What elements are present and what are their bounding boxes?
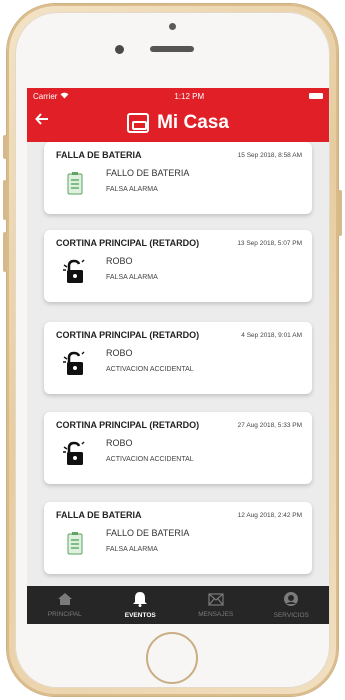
tab-label: EVENTOS [124,612,156,619]
event-status: ACTIVACION ACCIDENTAL [106,456,194,463]
volume-down-button [3,232,7,272]
app-header: Mi Casa [27,104,329,142]
tab-mensajes[interactable]: MENSAJES [178,586,254,624]
event-title: CORTINA PRINCIPAL (RETARDO) [56,238,200,248]
event-title: FALLA DE BATERIA [56,510,142,520]
battery-list-icon [61,530,89,558]
battery-icon [309,93,323,99]
mute-switch [3,135,7,159]
event-status: FALSA ALARMA [106,274,158,281]
event-status: FALSA ALARMA [106,186,158,193]
volume-up-button [3,180,7,220]
app-screen: Carrier 1:12 PM Mi Casa FALLA DE BATERIA… [27,88,329,624]
event-date: 4 Sep 2018, 9:01 AM [241,332,302,339]
broken-lock-icon [61,350,89,378]
support-icon [283,591,299,609]
tab-label: PRINCIPAL [47,611,82,618]
home-icon [57,592,73,608]
tab-label: MENSAJES [198,610,234,618]
event-list: FALLA DE BATERIA 15 Sep 2018, 8:58 AM FA… [27,142,329,586]
power-button [338,190,342,236]
event-card[interactable]: CORTINA PRINCIPAL (RETARDO) 27 Aug 2018,… [44,412,312,484]
front-camera [169,23,176,30]
back-arrow-icon[interactable] [35,110,49,131]
bell-icon [132,591,148,609]
status-time: 1:12 PM [174,91,205,101]
bottom-tab-bar: PRINCIPAL EVENTOS MENSAJES SERVICIOS [27,586,329,624]
battery-list-icon [61,170,89,198]
envelope-icon [208,592,224,608]
broken-lock-icon [61,258,89,286]
home-button[interactable] [146,632,198,684]
event-card[interactable]: CORTINA PRINCIPAL (RETARDO) 13 Sep 2018,… [44,230,312,302]
event-type: FALLO DE BATERIA [106,168,190,178]
carrier-label: Carrier [33,91,58,101]
event-date: 27 Aug 2018, 5:33 PM [237,422,302,429]
event-status: ACTIVACION ACCIDENTAL [106,366,194,373]
event-title: FALLA DE BATERIA [56,150,142,160]
event-card[interactable]: FALLA DE BATERIA 15 Sep 2018, 8:58 AM FA… [44,142,312,214]
event-card[interactable]: FALLA DE BATERIA 12 Aug 2018, 2:42 PM FA… [44,502,312,574]
broken-lock-icon [61,440,89,468]
event-date: 13 Sep 2018, 5:07 PM [237,240,302,247]
event-date: 15 Sep 2018, 8:58 AM [237,152,302,159]
event-date: 12 Aug 2018, 2:42 PM [237,512,302,519]
proximity-sensor [115,45,124,54]
status-bar: Carrier 1:12 PM [27,88,329,104]
event-type: ROBO [106,438,133,448]
page-title: Mi Casa [157,112,229,133]
tab-servicios[interactable]: SERVICIOS [254,586,330,624]
wifi-icon [60,92,69,101]
event-card[interactable]: CORTINA PRINCIPAL (RETARDO) 4 Sep 2018, … [44,322,312,394]
tab-label: SERVICIOS [273,612,309,619]
event-type: ROBO [106,256,133,266]
event-status: FALSA ALARMA [106,546,158,553]
event-title: CORTINA PRINCIPAL (RETARDO) [56,420,200,430]
house-logo-icon [127,113,150,133]
tab-eventos[interactable]: EVENTOS [103,586,179,624]
event-type: ROBO [106,348,133,358]
earpiece-speaker [150,46,194,52]
tab-principal[interactable]: PRINCIPAL [27,586,103,624]
event-type: FALLO DE BATERIA [106,528,190,538]
event-title: CORTINA PRINCIPAL (RETARDO) [56,330,200,340]
